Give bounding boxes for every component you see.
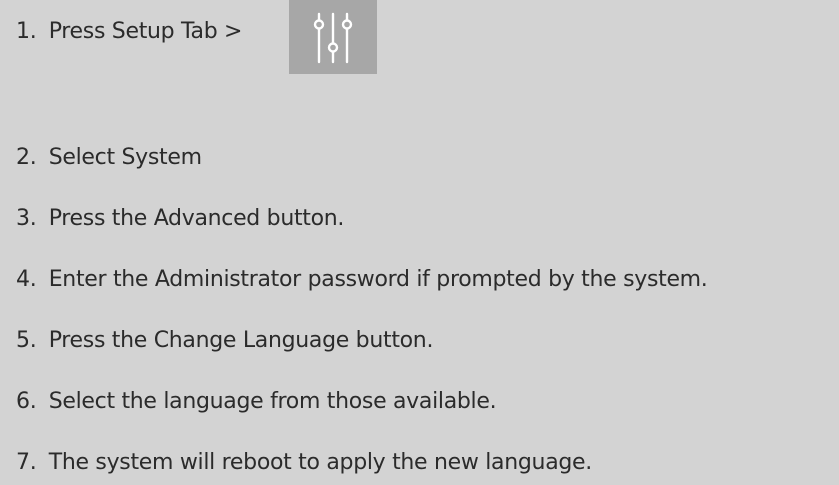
step-number: 1.	[16, 19, 37, 44]
step-6: 6. Select the language from those availa…	[16, 387, 497, 417]
step-text: Enter the Administrator password if prom…	[48, 267, 708, 292]
step-number: 6.	[16, 389, 37, 414]
step-text: Press the Change Language button.	[48, 328, 434, 353]
step-2: 2. Select System	[16, 143, 202, 173]
step-text: Press the Advanced button.	[48, 206, 345, 231]
step-number: 7.	[16, 450, 37, 475]
step-text: Select the language from those available…	[48, 389, 497, 414]
setup-tab-button	[289, 0, 377, 74]
step-text: Press Setup Tab >	[48, 19, 243, 44]
step-number: 5.	[16, 328, 37, 353]
step-text: The system will reboot to apply the new …	[48, 450, 593, 475]
step-4: 4. Enter the Administrator password if p…	[16, 265, 708, 295]
step-7: 7. The system will reboot to apply the n…	[16, 448, 592, 478]
step-5: 5. Press the Change Language button.	[16, 326, 433, 356]
step-number: 4.	[16, 267, 37, 292]
instruction-steps: 1. Press Setup Tab > 2. Select System 3.…	[0, 0, 839, 485]
step-number: 3.	[16, 206, 37, 231]
step-number: 2.	[16, 145, 37, 170]
step-1: 1. Press Setup Tab >	[16, 17, 243, 47]
setup-sliders-icon	[313, 12, 353, 64]
step-3: 3. Press the Advanced button.	[16, 204, 344, 234]
step-text: Select System	[48, 145, 202, 170]
